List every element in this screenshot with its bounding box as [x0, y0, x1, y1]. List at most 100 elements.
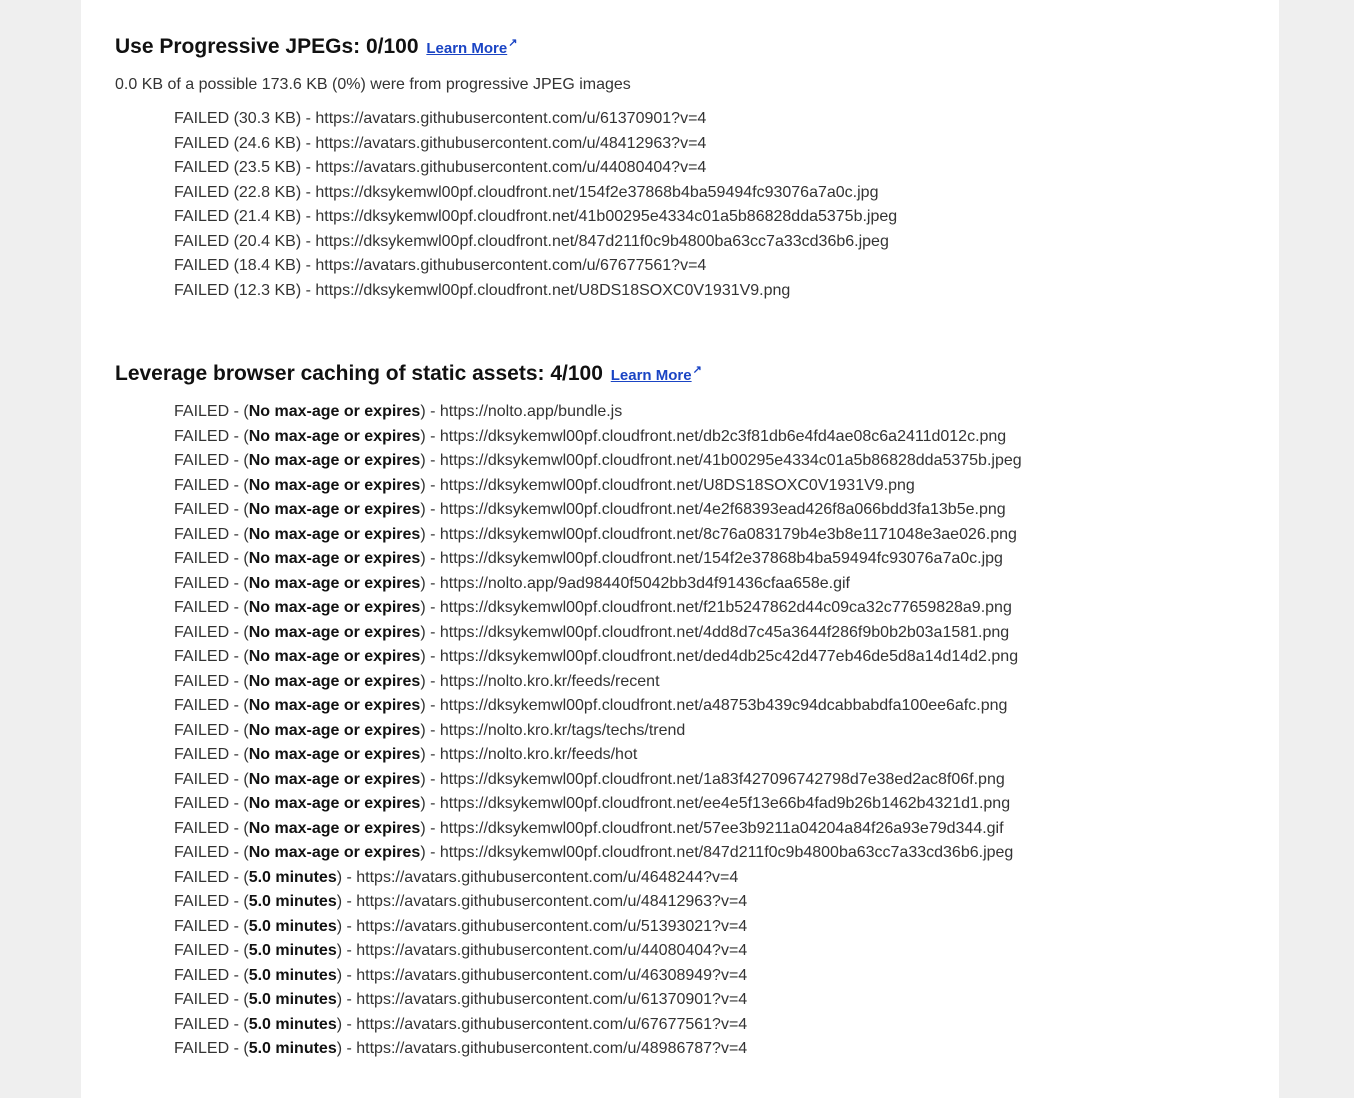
- item-reason: 5.0 minutes: [248, 868, 337, 886]
- item-status: FAILED - (: [174, 819, 249, 837]
- item-reason: No max-age or expires: [248, 476, 421, 494]
- list-item: FAILED - (No max-age or expires) - https…: [174, 474, 1255, 499]
- item-status: FAILED - (: [174, 574, 249, 592]
- progressive-jpegs-section: Use Progressive JPEGs: 0/100 Learn More↗…: [115, 29, 1255, 303]
- list-item: FAILED (21.4 KB) - https://dksykemwl00pf…: [174, 208, 898, 225]
- list-item: FAILED - (No max-age or expires) - https…: [174, 792, 1255, 817]
- item-url: ) - https://avatars.githubusercontent.co…: [336, 1040, 748, 1057]
- item-reason: No max-age or expires: [248, 746, 421, 763]
- item-status: FAILED - (: [174, 917, 249, 935]
- list-item: FAILED - (No max-age or expires) - https…: [174, 817, 1255, 842]
- learn-more-link[interactable]: Learn More: [426, 40, 507, 57]
- list-item: FAILED - (5.0 minutes) - https://avatars…: [174, 866, 1255, 891]
- list-item: FAILED (22.8 KB) - https://dksykemwl00pf…: [174, 183, 879, 201]
- item-url: ) - https://avatars.githubusercontent.co…: [336, 917, 748, 935]
- item-reason: 5.0 minutes: [248, 917, 337, 935]
- item-reason: No max-age or expires: [248, 672, 421, 690]
- section-heading: Use Progressive JPEGs: 0/100 Learn More↗: [115, 29, 1255, 63]
- item-reason: No max-age or expires: [248, 501, 421, 518]
- failed-items-list: FAILED (30.3 KB) - https://avatars.githu…: [115, 107, 1255, 303]
- item-url: ) - https://nolto.app/9ad98440f5042bb3d4…: [420, 574, 850, 592]
- list-item: FAILED (24.6 KB) - https://avatars.githu…: [174, 134, 707, 152]
- item-url: ) - https://dksykemwl00pf.cloudfront.net…: [420, 770, 1005, 788]
- list-item: FAILED - (No max-age or expires) - https…: [174, 523, 1255, 548]
- item-status: FAILED - (: [174, 452, 249, 469]
- list-item: FAILED (18.4 KB) - https://avatars.githu…: [174, 257, 707, 274]
- list-item: FAILED - (No max-age or expires) - https…: [174, 547, 1255, 572]
- item-reason: No max-age or expires: [248, 648, 421, 665]
- item-status: FAILED - (: [174, 697, 249, 714]
- list-item: FAILED - (No max-age or expires) - https…: [174, 768, 1255, 793]
- item-status: FAILED - (: [174, 427, 249, 445]
- list-item: FAILED - (No max-age or expires) - https…: [174, 425, 1255, 450]
- item-url: ) - https://dksykemwl00pf.cloudfront.net…: [420, 697, 1008, 714]
- item-status: FAILED - (: [174, 893, 249, 910]
- item-reason: No max-age or expires: [248, 795, 421, 812]
- item-url: ) - https://nolto.app/bundle.js: [420, 403, 623, 420]
- item-url: ) - https://nolto.kro.kr/tags/techs/tren…: [420, 721, 686, 739]
- failed-items-list: FAILED - (No max-age or expires) - https…: [115, 400, 1255, 1062]
- item-url: ) - https://nolto.kro.kr/feeds/recent: [420, 672, 660, 690]
- item-reason: 5.0 minutes: [248, 893, 337, 910]
- item-reason: No max-age or expires: [248, 427, 421, 445]
- item-url: ) - https://dksykemwl00pf.cloudfront.net…: [420, 844, 1014, 861]
- item-url: ) - https://dksykemwl00pf.cloudfront.net…: [420, 452, 1022, 469]
- external-link-icon: ↗: [692, 364, 702, 376]
- item-reason: 5.0 minutes: [248, 991, 337, 1008]
- external-link-icon: ↗: [508, 37, 518, 49]
- list-item: FAILED - (5.0 minutes) - https://avatars…: [174, 964, 1255, 989]
- list-item: FAILED - (No max-age or expires) - https…: [174, 572, 1255, 597]
- item-status: FAILED - (: [174, 476, 249, 494]
- list-item: FAILED - (No max-age or expires) - https…: [174, 621, 1255, 646]
- item-reason: No max-age or expires: [248, 599, 421, 616]
- item-status: FAILED - (: [174, 623, 249, 641]
- item-status: FAILED - (: [174, 746, 249, 763]
- section-title: Leverage browser caching of static asset…: [115, 362, 603, 385]
- item-status: FAILED - (: [174, 403, 249, 420]
- list-item: FAILED - (5.0 minutes) - https://avatars…: [174, 939, 1255, 964]
- item-status: FAILED - (: [174, 991, 249, 1008]
- list-item: FAILED - (No max-age or expires) - https…: [174, 841, 1255, 866]
- item-status: FAILED - (: [174, 599, 249, 616]
- item-url: ) - https://avatars.githubusercontent.co…: [336, 966, 748, 984]
- item-reason: No max-age or expires: [248, 770, 421, 788]
- item-status: FAILED - (: [174, 770, 249, 788]
- item-url: ) - https://dksykemwl00pf.cloudfront.net…: [420, 795, 1011, 812]
- item-status: FAILED - (: [174, 501, 249, 518]
- item-url: ) - https://dksykemwl00pf.cloudfront.net…: [420, 599, 1012, 616]
- list-item: FAILED - (No max-age or expires) - https…: [174, 743, 1255, 768]
- item-reason: No max-age or expires: [248, 403, 421, 420]
- list-item: FAILED (30.3 KB) - https://avatars.githu…: [174, 110, 707, 127]
- item-status: FAILED - (: [174, 795, 249, 812]
- learn-more-link[interactable]: Learn More: [611, 367, 692, 384]
- item-status: FAILED - (: [174, 942, 249, 959]
- item-url: ) - https://nolto.kro.kr/feeds/hot: [420, 746, 638, 763]
- item-reason: No max-age or expires: [248, 623, 421, 641]
- item-url: ) - https://avatars.githubusercontent.co…: [336, 942, 748, 959]
- item-status: FAILED - (: [174, 672, 249, 690]
- list-item: FAILED - (5.0 minutes) - https://avatars…: [174, 1013, 1255, 1038]
- item-status: FAILED - (: [174, 966, 249, 984]
- item-url: ) - https://dksykemwl00pf.cloudfront.net…: [420, 819, 1004, 837]
- item-url: ) - https://dksykemwl00pf.cloudfront.net…: [420, 427, 1007, 445]
- item-url: ) - https://avatars.githubusercontent.co…: [336, 991, 748, 1008]
- item-url: ) - https://avatars.githubusercontent.co…: [336, 868, 739, 886]
- item-reason: No max-age or expires: [248, 844, 421, 861]
- list-item: FAILED - (No max-age or expires) - https…: [174, 670, 1255, 695]
- item-status: FAILED - (: [174, 550, 249, 567]
- item-reason: 5.0 minutes: [248, 1040, 337, 1057]
- item-reason: No max-age or expires: [248, 697, 421, 714]
- item-reason: No max-age or expires: [248, 721, 421, 739]
- list-item: FAILED - (No max-age or expires) - https…: [174, 694, 1255, 719]
- item-reason: 5.0 minutes: [248, 1015, 337, 1033]
- item-status: FAILED - (: [174, 648, 249, 665]
- list-item: FAILED (12.3 KB) - https://dksykemwl00pf…: [174, 281, 791, 299]
- list-item: FAILED - (No max-age or expires) - https…: [174, 596, 1255, 621]
- item-reason: No max-age or expires: [248, 525, 421, 543]
- item-status: FAILED - (: [174, 868, 249, 886]
- list-item: FAILED - (No max-age or expires) - https…: [174, 645, 1255, 670]
- section-title: Use Progressive JPEGs: 0/100: [115, 35, 419, 58]
- item-reason: No max-age or expires: [248, 550, 421, 567]
- list-item: FAILED - (5.0 minutes) - https://avatars…: [174, 890, 1255, 915]
- report-card: Use Progressive JPEGs: 0/100 Learn More↗…: [81, 0, 1279, 1098]
